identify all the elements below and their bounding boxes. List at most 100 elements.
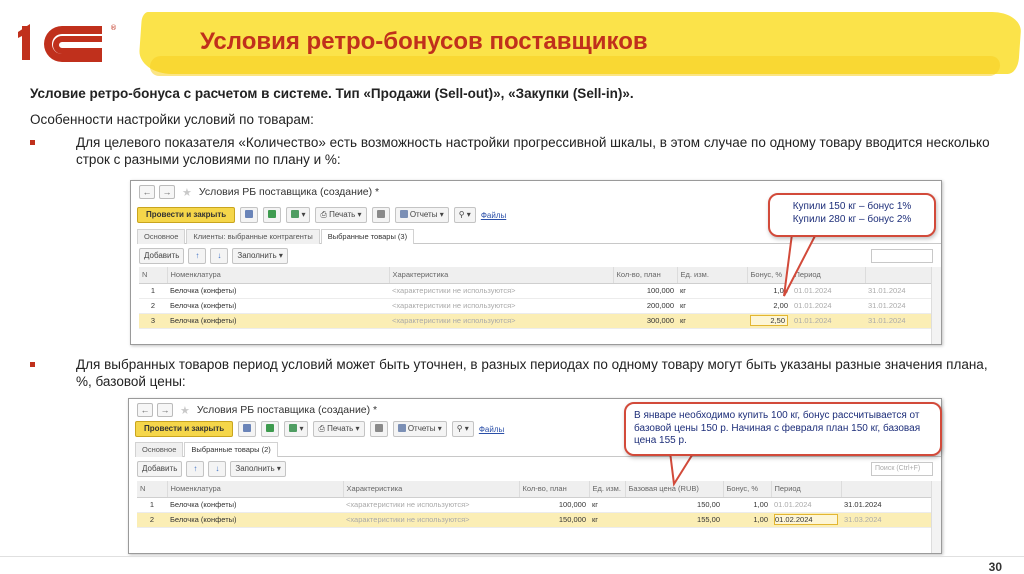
column-header[interactable]: Период [791,267,866,284]
item-cell[interactable]: Белочка (конфеты) [167,313,389,329]
column-header[interactable]: Кол-во, план [613,267,678,284]
column-header[interactable] [841,481,934,498]
item-cell[interactable]: Белочка (конфеты) [167,512,343,528]
fill-button[interactable]: Заполнить ▾ [232,248,288,264]
column-header[interactable]: Ед. изм. [677,267,748,284]
column-header[interactable]: Характеристика [343,481,520,498]
period-from-cell[interactable]: 01.01.2024 [791,313,865,329]
print-button[interactable]: ⎙ Печать ▾ [315,207,367,223]
column-header[interactable] [865,267,932,284]
create-based-button[interactable]: ▾ [286,207,311,223]
tab-selected-goods[interactable]: Выбранные товары (2) [184,442,278,457]
move-down-button[interactable]: ↓ [210,248,229,264]
forward-arrow-icon[interactable]: → [157,403,173,417]
characteristic-cell[interactable]: <характеристики не используются> [343,512,519,528]
tab-main[interactable]: Основное [135,442,184,457]
characteristic-cell[interactable]: <характеристики не используются> [389,313,613,329]
move-up-button[interactable]: ↑ [188,248,207,264]
column-header[interactable]: Базовая цена (RUB) [625,481,724,498]
reports-button[interactable]: Отчеты ▾ [392,421,447,437]
table-scrollbar[interactable] [931,481,941,553]
period-to-cell[interactable]: 31.01.2024 [865,298,931,314]
add-row-button[interactable]: Добавить [139,248,185,264]
unit-cell[interactable]: кг [677,313,747,329]
table-row[interactable]: 1 Белочка (конфеты) <характеристики не и… [139,283,931,299]
item-cell[interactable]: Белочка (конфеты) [167,283,389,299]
table-scrollbar[interactable] [931,267,941,344]
column-header[interactable]: N [137,481,168,498]
reports-button[interactable]: Отчеты ▾ [394,207,449,223]
period-to-cell[interactable]: 31.03.2024 [841,512,933,528]
tab-selected-goods[interactable]: Выбранные товары (3) [320,229,415,244]
add-row-button[interactable]: Добавить [137,461,183,477]
bonus-cell[interactable]: 1,00 [747,283,791,299]
column-header[interactable]: Ед. изм. [589,481,626,498]
move-down-button[interactable]: ↓ [208,461,227,477]
period-to-cell[interactable]: 31.01.2024 [865,313,931,329]
bonus-cell[interactable]: 1,00 [723,497,771,513]
period-to-cell[interactable]: 31.01.2024 [841,497,933,513]
document-list-button[interactable] [369,421,388,437]
move-up-button[interactable]: ↑ [186,461,205,477]
favorite-star-icon[interactable]: ★ [182,186,192,199]
item-cell[interactable]: Белочка (конфеты) [167,298,389,314]
tab-main[interactable]: Основное [137,229,186,244]
attachments-button[interactable]: ⚲ ▾ [451,421,474,437]
characteristic-cell[interactable]: <характеристики не используются> [389,283,613,299]
post-button[interactable] [263,207,282,223]
table-row[interactable]: 2 Белочка (конфеты) <характеристики не и… [139,298,931,314]
post-and-close-button[interactable]: Провести и закрыть [135,421,234,437]
qty-cell[interactable]: 150,000 [519,512,589,528]
period-from-cell[interactable]: 01.01.2024 [791,298,865,314]
post-button[interactable] [261,421,280,437]
period-from-input[interactable]: 01.02.2024 [774,514,838,525]
column-header[interactable]: Номенклатура [167,267,390,284]
bonus-cell[interactable]: 1,00 [723,512,771,528]
period-from-cell[interactable]: 01.01.2024 [791,283,865,299]
base-price-cell[interactable]: 155,00 [625,512,723,528]
period-from-cell-editing[interactable]: 01.02.2024 [771,512,841,528]
characteristic-cell[interactable]: <характеристики не используются> [389,298,613,314]
files-link[interactable]: Файлы [481,211,506,220]
grid-search-input[interactable]: Поиск (Ctrl+F) [871,462,933,476]
unit-cell[interactable]: кг [677,298,747,314]
files-link[interactable]: Файлы [479,425,504,434]
create-based-button[interactable]: ▾ [284,421,309,437]
qty-cell[interactable]: 100,000 [519,497,589,513]
period-to-cell[interactable]: 31.01.2024 [865,283,931,299]
unit-cell[interactable]: кг [589,497,625,513]
table-row-selected[interactable]: 2 Белочка (конфеты) <характеристики не и… [137,512,933,528]
back-arrow-icon[interactable]: ← [139,185,155,199]
save-button[interactable] [238,421,257,437]
period-from-cell[interactable]: 01.01.2024 [771,497,841,513]
column-header[interactable]: N [139,267,168,284]
bonus-cell[interactable]: 2,00 [747,298,791,314]
qty-cell[interactable]: 200,000 [613,298,677,314]
table-row-selected[interactable]: 3 Белочка (конфеты) <характеристики не и… [139,313,931,329]
document-list-button[interactable] [371,207,390,223]
grid-search-input[interactable] [871,249,933,263]
back-arrow-icon[interactable]: ← [137,403,153,417]
column-header[interactable]: Период [771,481,842,498]
unit-cell[interactable]: кг [677,283,747,299]
favorite-star-icon[interactable]: ★ [180,404,190,417]
column-header[interactable]: Бонус, % [747,267,792,284]
post-and-close-button[interactable]: Провести и закрыть [137,207,236,223]
qty-cell[interactable]: 100,000 [613,283,677,299]
attachments-button[interactable]: ⚲ ▾ [453,207,476,223]
column-header[interactable]: Характеристика [389,267,614,284]
bonus-input[interactable]: 2,50 [750,315,788,326]
bonus-cell-editing[interactable]: 2,50 [747,313,791,329]
column-header[interactable]: Кол-во, план [519,481,590,498]
column-header[interactable]: Бонус, % [723,481,772,498]
unit-cell[interactable]: кг [589,512,625,528]
fill-button[interactable]: Заполнить ▾ [230,461,286,477]
forward-arrow-icon[interactable]: → [159,185,175,199]
tab-clients[interactable]: Клиенты: выбранные контрагенты [186,229,320,244]
save-button[interactable] [240,207,259,223]
item-cell[interactable]: Белочка (конфеты) [167,497,343,513]
column-header[interactable]: Номенклатура [167,481,344,498]
table-row[interactable]: 1 Белочка (конфеты) <характеристики не и… [137,497,933,513]
characteristic-cell[interactable]: <характеристики не используются> [343,497,519,513]
qty-cell[interactable]: 300,000 [613,313,677,329]
